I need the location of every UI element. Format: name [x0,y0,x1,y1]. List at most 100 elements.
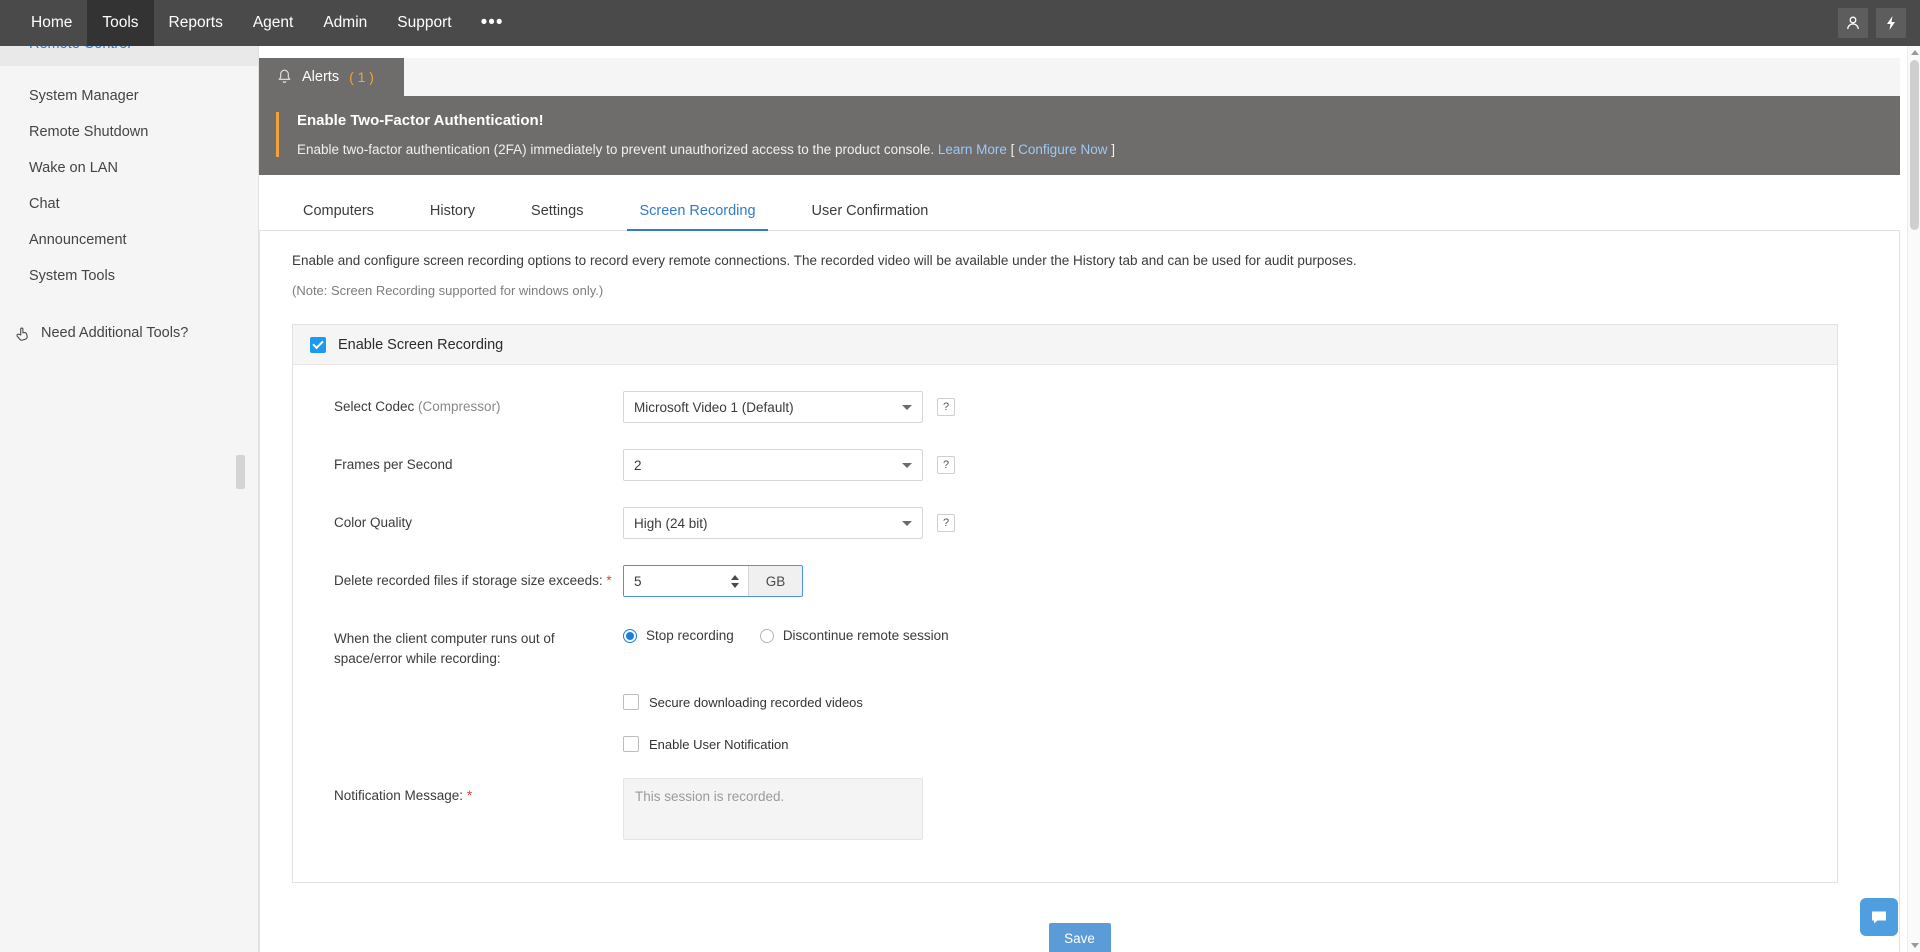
user-notification-spacer [293,736,623,742]
secure-download-checkbox[interactable] [623,694,639,710]
color-quality-control: High (24 bit) ? [623,507,955,539]
user-account-button[interactable] [1838,8,1868,38]
nav-item-home[interactable]: Home [16,0,87,46]
nav-item-agent-label: Agent [253,14,294,32]
fps-select-value: 2 [634,458,642,473]
color-quality-select[interactable]: High (24 bit) [623,507,923,539]
tab-history[interactable]: History [402,191,503,230]
field-row-notification-message: Notification Message: * This session is … [293,778,1837,840]
alerts-tab[interactable]: Alerts ( 1 ) [259,58,404,96]
configure-now-link[interactable]: Configure Now [1018,142,1107,157]
top-nav-right-actions [1838,0,1920,46]
sidebar-item-remote-control[interactable]: Remote Control [0,46,258,66]
sidebar-item-remote-control-label: Remote Control [29,46,131,52]
field-row-secure-download: Secure downloading recorded videos [293,694,1837,710]
secure-download-option[interactable]: Secure downloading recorded videos [623,694,863,710]
fps-control: 2 ? [623,449,955,481]
alert-bracket-open: [ [1007,142,1018,157]
sidebar-item-remote-shutdown[interactable]: Remote Shutdown [0,114,258,150]
fps-help-icon[interactable]: ? [937,456,955,474]
learn-more-link[interactable]: Learn More [938,142,1007,157]
panel-note: (Note: Screen Recording supported for wi… [260,283,1899,298]
screen-recording-panel: Enable and configure screen recording op… [259,231,1900,952]
fps-select[interactable]: 2 [623,449,923,481]
notification-message-control: This session is recorded. [623,778,923,840]
storage-limit-unit: GB [748,566,802,596]
user-notification-option[interactable]: Enable User Notification [623,736,788,752]
bell-icon [277,69,292,85]
stop-recording-radio[interactable] [623,629,637,643]
sidebar: Remote Control System Manager Remote Shu… [0,46,259,952]
field-row-out-of-space: When the client computer runs out of spa… [293,623,1837,668]
chevron-down-icon [902,405,912,410]
more-ellipsis-icon: ••• [481,12,504,34]
chevron-down-icon [902,521,912,526]
color-quality-select-value: High (24 bit) [634,516,708,531]
page-scrollbar[interactable] [1907,46,1920,952]
tab-computers-label: Computers [303,203,374,219]
sidebar-item-system-manager[interactable]: System Manager [0,78,258,114]
user-notification-checkbox[interactable] [623,736,639,752]
sidebar-item-wake-on-lan[interactable]: Wake on LAN [0,150,258,186]
need-additional-tools-link[interactable]: Need Additional Tools? [0,314,258,352]
chevron-down-icon [902,463,912,468]
tab-settings[interactable]: Settings [503,191,611,230]
alerts-tab-label: Alerts [302,69,339,85]
discontinue-session-radio[interactable] [760,629,774,643]
nav-item-agent[interactable]: Agent [238,0,309,46]
spinner-up-icon[interactable] [731,575,739,580]
nav-item-more[interactable]: ••• [467,0,518,46]
sidebar-item-system-tools[interactable]: System Tools [0,258,258,294]
option-discontinue-session[interactable]: Discontinue remote session [760,628,949,643]
secure-download-spacer [293,694,623,700]
nav-item-reports-label: Reports [169,14,223,32]
sidebar-resize-handle[interactable] [236,455,245,489]
tab-user-confirmation[interactable]: User Confirmation [784,191,957,230]
notification-message-label: Notification Message: * [293,778,623,806]
notification-message-textarea[interactable]: This session is recorded. [623,778,923,840]
top-nav-items: Home Tools Reports Agent Admin Support •… [16,0,518,46]
spinner-down-icon[interactable] [731,583,739,588]
codec-control: Microsoft Video 1 (Default) ? [623,391,955,423]
option-stop-recording[interactable]: Stop recording [623,628,734,643]
tab-computers[interactable]: Computers [275,191,402,230]
storage-limit-input[interactable]: 5 [624,566,726,596]
codec-select[interactable]: Microsoft Video 1 (Default) [623,391,923,423]
alerts-section: Alerts ( 1 ) Enable Two-Factor Authentic… [259,46,1920,175]
scroll-down-icon[interactable] [1911,943,1919,948]
enable-screen-recording-label: Enable Screen Recording [338,337,503,353]
sidebar-item-remote-shutdown-label: Remote Shutdown [29,124,148,140]
tab-history-label: History [430,203,475,219]
storage-limit-label-text: Delete recorded files if storage size ex… [334,573,603,588]
stop-recording-label: Stop recording [646,628,734,643]
enable-screen-recording-checkbox[interactable] [310,337,326,353]
scroll-up-icon[interactable] [1911,50,1919,55]
alerts-count-badge: ( 1 ) [349,69,374,85]
nav-item-support[interactable]: Support [382,0,466,46]
settings-panel: Enable Screen Recording Select Codec (Co… [292,324,1838,883]
sidebar-item-announcement[interactable]: Announcement [0,222,258,258]
nav-item-admin[interactable]: Admin [308,0,382,46]
tab-screen-recording[interactable]: Screen Recording [611,191,783,230]
enable-screen-recording-row[interactable]: Enable Screen Recording [293,325,1837,365]
save-button[interactable]: Save [1049,923,1111,952]
nav-item-tools[interactable]: Tools [87,0,153,46]
settings-panel-body: Select Codec (Compressor) Microsoft Vide… [293,365,1837,882]
storage-limit-spinner[interactable] [726,566,748,596]
sidebar-spacer [0,66,258,78]
field-row-storage-limit: Delete recorded files if storage size ex… [293,565,1837,597]
notification-message-required-marker: * [467,788,472,803]
fps-help-glyph: ? [943,459,949,471]
sidebar-item-chat[interactable]: Chat [0,186,258,222]
color-quality-help-icon[interactable]: ? [937,514,955,532]
storage-limit-required-marker: * [606,573,611,588]
storage-limit-stepper[interactable]: 5 GB [623,565,803,597]
section-tabs: Computers History Settings Screen Record… [259,191,1900,231]
notification-message-label-text: Notification Message: [334,788,463,803]
storage-limit-label: Delete recorded files if storage size ex… [293,565,623,591]
nav-item-reports[interactable]: Reports [154,0,238,46]
page-scrollbar-thumb[interactable] [1910,60,1919,230]
chat-support-button[interactable] [1860,898,1898,936]
quick-actions-button[interactable] [1876,8,1906,38]
codec-help-icon[interactable]: ? [937,398,955,416]
